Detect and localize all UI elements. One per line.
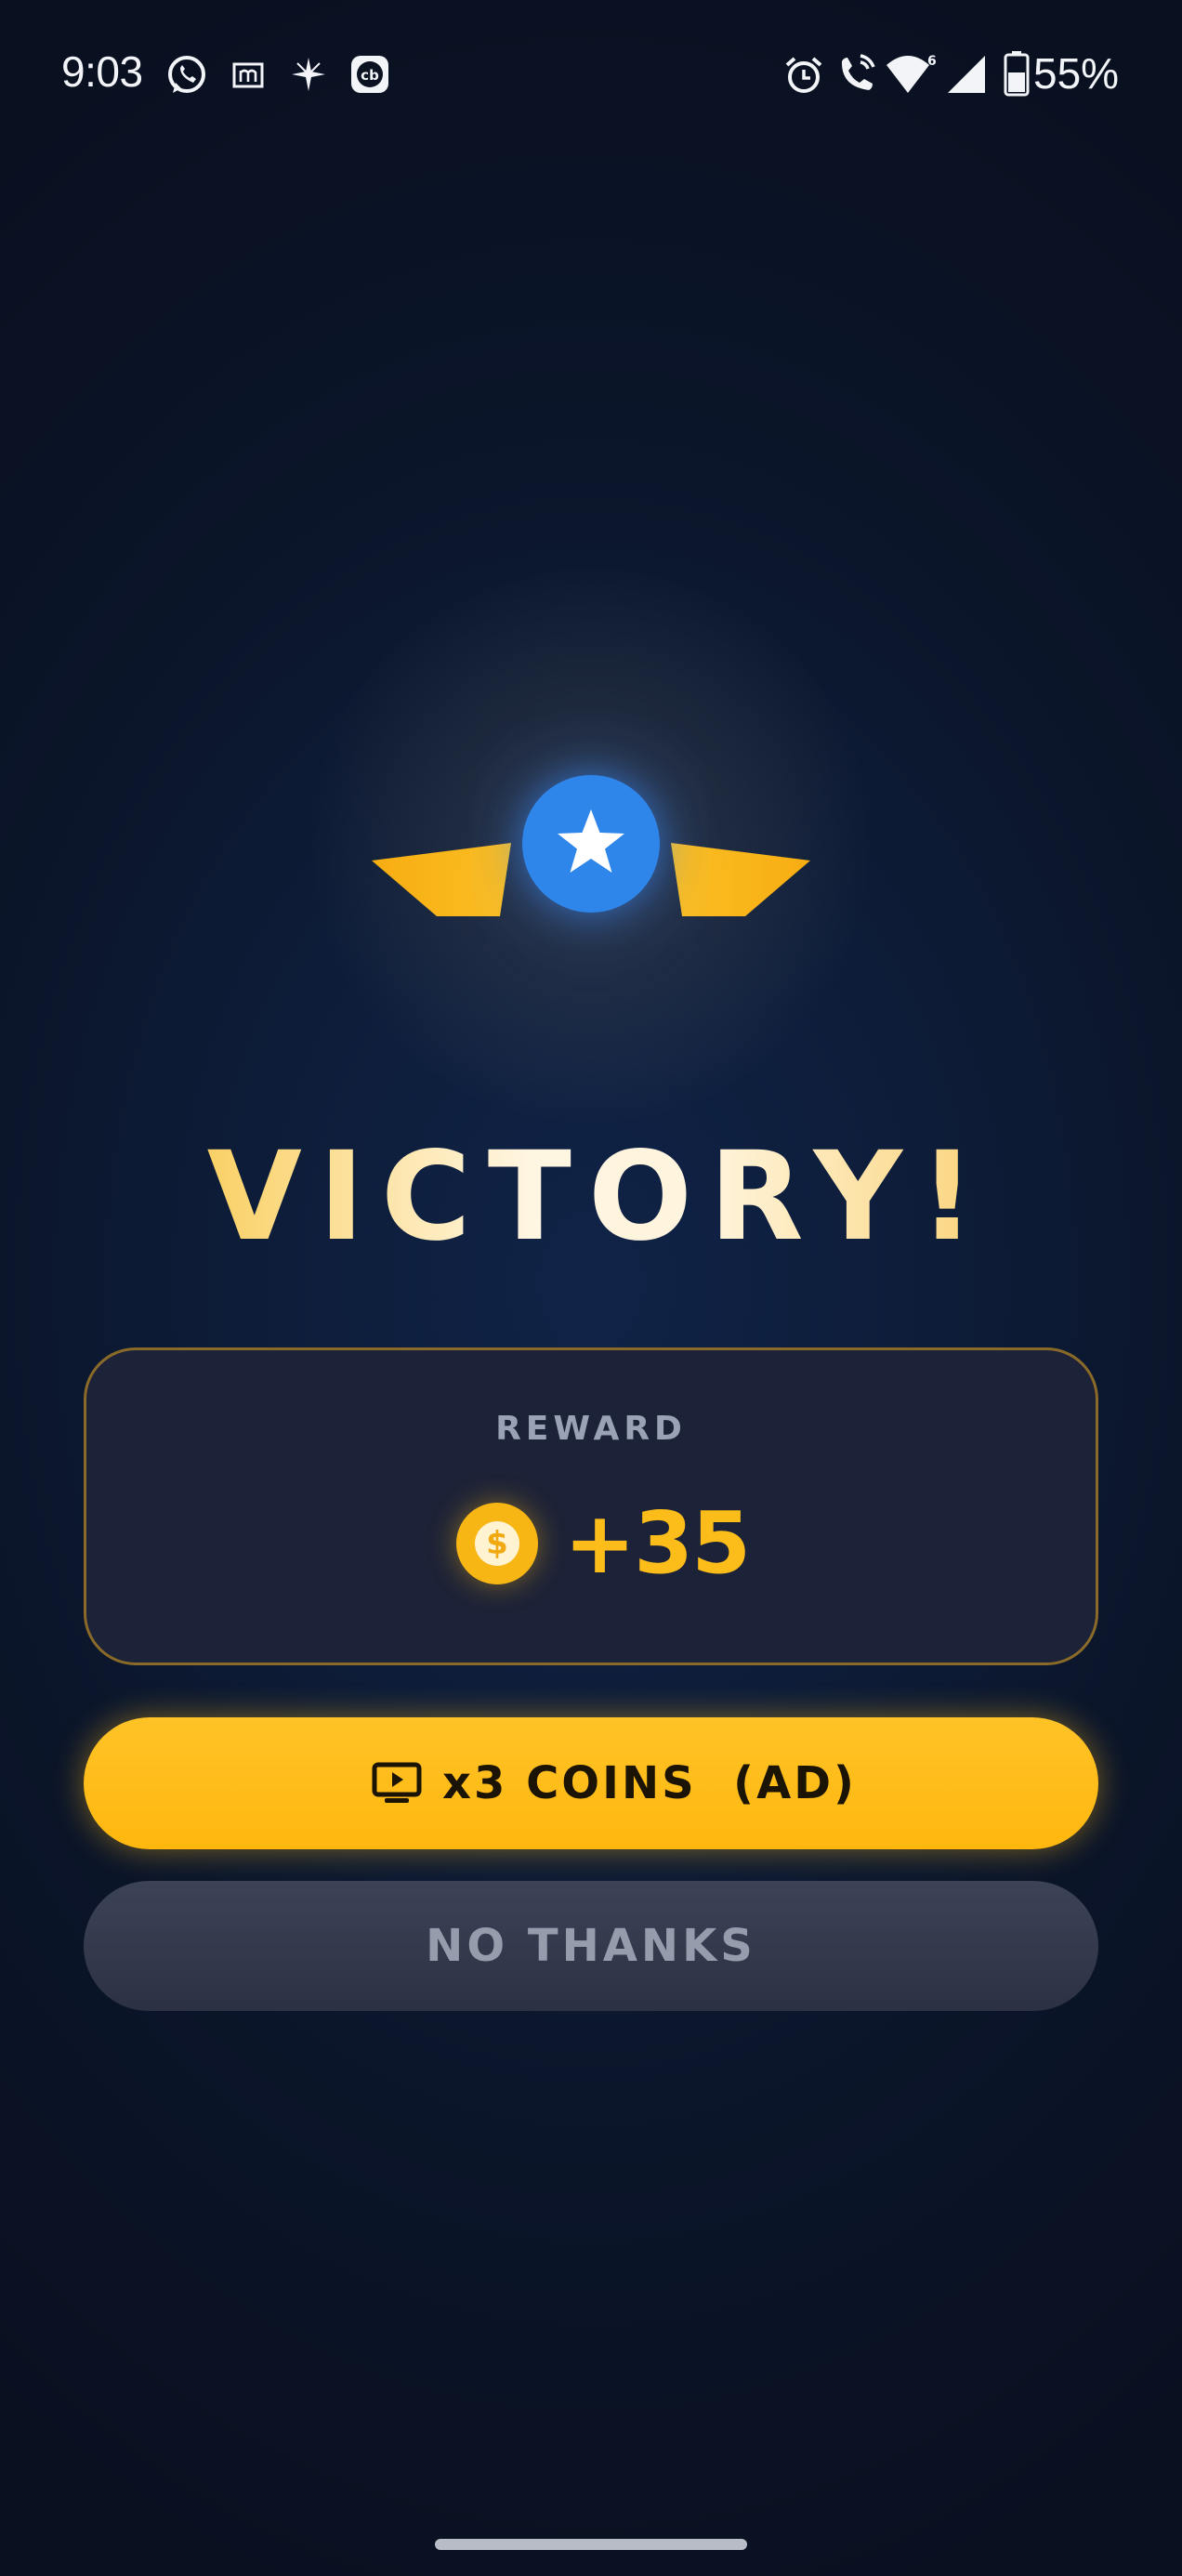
battery-icon — [1004, 51, 1030, 97]
no-thanks-button-label: NO THANKS — [426, 1920, 756, 1972]
no-thanks-button[interactable]: NO THANKS — [84, 1881, 1098, 2011]
watch-ad-x3-coins-button[interactable]: x3 COINS (AD) — [84, 1717, 1098, 1849]
cb-app-icon: cb — [351, 56, 388, 93]
battery-percent: 55% — [1033, 49, 1120, 98]
wifi-calling-icon — [841, 54, 875, 90]
whatsapp-icon — [168, 56, 205, 93]
sparkle-icon — [292, 58, 325, 91]
reward-amount: +35 — [564, 1493, 751, 1593]
left-wing — [372, 843, 511, 916]
svg-text:6: 6 — [927, 54, 937, 69]
alarm-icon — [785, 57, 822, 93]
coin-dollar-glyph: $ — [475, 1521, 519, 1566]
status-time: 9:03 — [61, 47, 143, 96]
right-wing — [671, 843, 810, 916]
wifi-6-icon: 6 — [886, 54, 937, 93]
dollar-coin-icon: $ — [456, 1503, 538, 1584]
tv-play-icon — [372, 1762, 422, 1803]
status-bar: 9:03 cb 6 55% — [0, 0, 1182, 149]
m-app-icon — [232, 62, 264, 88]
watch-ad-button-label: x3 COINS (AD) — [442, 1757, 857, 1809]
victory-title: VICTORY! — [0, 1113, 1182, 1281]
reward-label: REWARD — [495, 1410, 687, 1448]
svg-text:cb: cb — [361, 67, 379, 84]
reward-card: REWARD $ +35 — [84, 1347, 1098, 1665]
emblem-badge — [522, 775, 660, 913]
home-indicator[interactable] — [435, 2539, 747, 2550]
star-icon — [558, 809, 624, 873]
cell-signal-icon — [948, 56, 985, 93]
